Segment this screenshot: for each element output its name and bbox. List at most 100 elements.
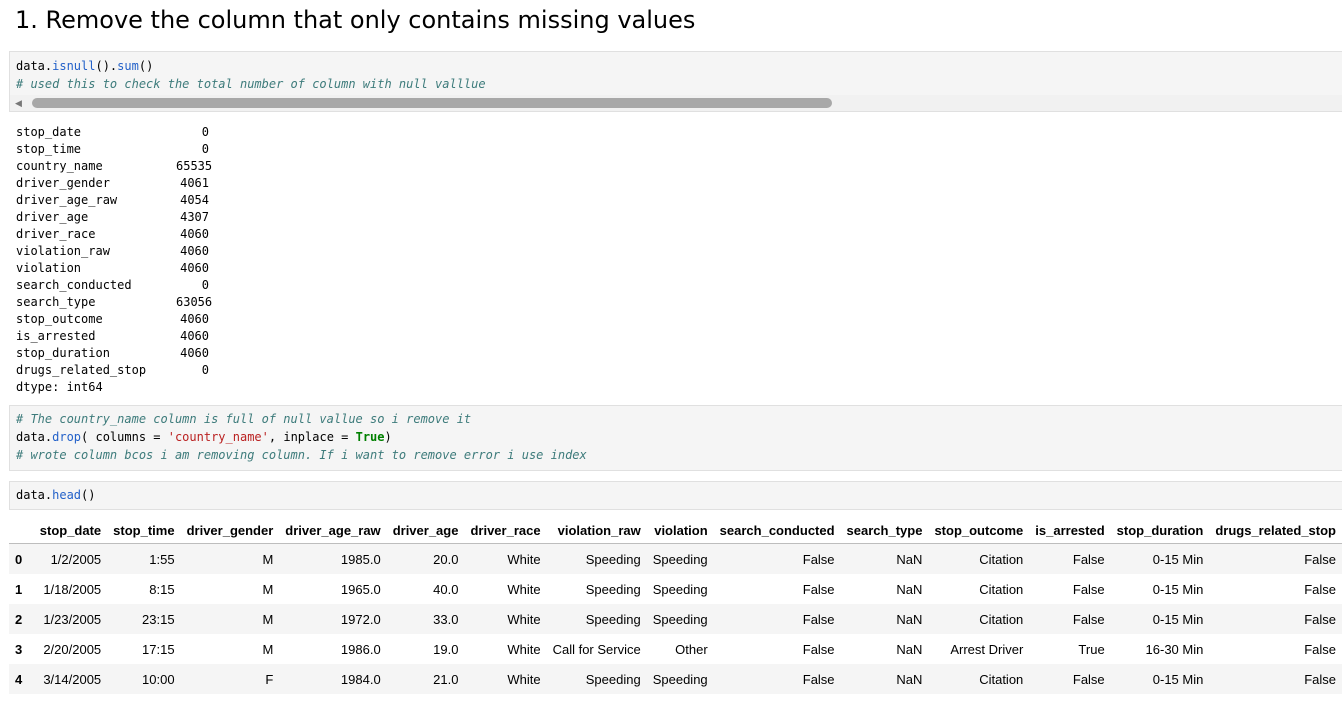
column-header xyxy=(9,517,34,544)
table-cell: Speeding xyxy=(646,574,714,604)
code-cell-isnull-source[interactable]: data.isnull().sum() # used this to check… xyxy=(10,52,1342,93)
code-cell-drop-source[interactable]: # The country_name column is full of nul… xyxy=(10,406,1342,464)
code-cell-drop[interactable]: # The country_name column is full of nul… xyxy=(9,405,1342,471)
table-row: 4 3/14/2005 10:00 F 1984.0 21.0 White Speeding S… xyxy=(9,664,1342,694)
code-cell-head[interactable]: data.head() xyxy=(9,481,1342,510)
table-cell: 1972.0 xyxy=(279,604,387,634)
column-header: search_conducted xyxy=(713,517,841,544)
table-cell: 21.0 xyxy=(386,664,465,694)
table-cell: Citation xyxy=(928,604,1030,634)
table-body: 0 1/2/2005 1:55 M 1985.0 20.0 White Speeding Spe… xyxy=(9,543,1342,694)
output-key: stop_time xyxy=(16,142,82,156)
output-row: driver_age 4307 xyxy=(16,209,209,226)
column-header: violation_raw xyxy=(546,517,647,544)
table-cell: Arrest Driver xyxy=(928,634,1030,664)
table-row: 2 1/23/2005 23:15 M 1972.0 33.0 White Speeding S… xyxy=(9,604,1342,634)
table-cell: False xyxy=(1029,543,1111,574)
horizontal-scrollbar[interactable]: ◀ xyxy=(10,95,1342,111)
code-text: () xyxy=(138,59,154,73)
output-row: search_conducted 0 xyxy=(16,277,209,294)
table-cell: White xyxy=(464,543,547,574)
output-value: 4060 xyxy=(180,244,209,258)
code-function: isnull xyxy=(52,59,96,73)
code-string: 'country_name' xyxy=(167,430,269,444)
code-text: data. xyxy=(16,430,53,444)
table-cell: 0-15 Min xyxy=(1110,604,1210,634)
output-value: 4061 xyxy=(180,176,209,190)
table-cell: 3/14/2005 xyxy=(33,664,108,694)
output-row: violation 4060 xyxy=(16,260,209,277)
table-cell: 1965.0 xyxy=(279,574,387,604)
output-value: 4060 xyxy=(180,227,209,241)
table-cell: 1:55 xyxy=(107,543,181,574)
output-key: is_arrested xyxy=(16,329,96,343)
row-index: 4 xyxy=(9,664,34,694)
output-key: driver_age xyxy=(16,210,89,224)
scrollbar-thumb[interactable] xyxy=(32,98,832,108)
row-index: 1 xyxy=(9,574,34,604)
column-header: stop_date xyxy=(33,517,108,544)
table-cell: Speeding xyxy=(646,664,714,694)
code-text: data. xyxy=(16,59,53,73)
section-heading: 1. Remove the column that only contains … xyxy=(15,6,696,34)
table-cell: NaN xyxy=(840,543,929,574)
table-cell: False xyxy=(713,664,841,694)
table-cell: NaN xyxy=(840,574,929,604)
table-cell: False xyxy=(1029,604,1111,634)
column-header: stop_time xyxy=(107,517,181,544)
table-cell: False xyxy=(713,543,841,574)
table-cell: Speeding xyxy=(546,604,647,634)
output-value: 4054 xyxy=(180,193,209,207)
table-cell: False xyxy=(1209,543,1342,574)
table-cell: 8:15 xyxy=(107,574,181,604)
code-text: ( columns = xyxy=(81,430,168,444)
table-cell: 1/18/2005 xyxy=(33,574,108,604)
table-cell: 1986.0 xyxy=(279,634,387,664)
table-cell: NaN xyxy=(840,634,929,664)
table-cell: Speeding xyxy=(646,543,714,574)
table-cell: False xyxy=(1209,634,1342,664)
table-cell: Citation xyxy=(928,664,1030,694)
table-cell: 1984.0 xyxy=(279,664,387,694)
output-key: driver_gender xyxy=(16,176,110,190)
code-comment: # used this to check the total number of… xyxy=(16,77,486,91)
output-value: 4060 xyxy=(180,329,209,343)
table-cell: M xyxy=(180,634,280,664)
table-row: 3 2/20/2005 17:15 M 1986.0 19.0 White Call for … xyxy=(9,634,1342,664)
output-row: drugs_related_stop 0 xyxy=(16,362,209,379)
table-cell: 10:00 xyxy=(107,664,181,694)
table-header-row: stop_date stop_time driver_gender driver_ag… xyxy=(9,517,1342,544)
table-row: 0 1/2/2005 1:55 M 1985.0 20.0 White Speeding Spe… xyxy=(9,543,1342,574)
table-cell: Other xyxy=(646,634,714,664)
code-keyword: True xyxy=(355,430,385,444)
output-key: violation xyxy=(16,261,82,275)
table-cell: 16-30 Min xyxy=(1110,634,1210,664)
table-cell: Citation xyxy=(928,574,1030,604)
column-header: stop_duration xyxy=(1110,517,1210,544)
table-cell: White xyxy=(464,604,547,634)
table-row: 1 1/18/2005 8:15 M 1965.0 40.0 White Speeding Sp… xyxy=(9,574,1342,604)
column-header: violation xyxy=(646,517,714,544)
table-cell: False xyxy=(1029,574,1111,604)
code-text: (). xyxy=(95,59,118,73)
output-value: 0 xyxy=(201,278,209,292)
code-comment: # The country_name column is full of nul… xyxy=(16,412,472,426)
output-row: driver_gender 4061 xyxy=(16,175,209,192)
output-dtype: dtype: int64 xyxy=(16,380,103,394)
code-text: () xyxy=(81,488,96,502)
output-value: 4060 xyxy=(180,346,209,360)
output-key: stop_outcome xyxy=(16,312,103,326)
column-header: driver_age_raw xyxy=(279,517,387,544)
table-cell: Speeding xyxy=(546,574,647,604)
output-value: 0 xyxy=(201,363,209,377)
code-cell-head-source[interactable]: data.head() xyxy=(10,482,1342,504)
code-cell-isnull[interactable]: data.isnull().sum() # used this to check… xyxy=(9,51,1342,112)
scroll-left-arrow-icon[interactable]: ◀ xyxy=(15,98,22,109)
output-row: stop_date 0 xyxy=(16,124,209,141)
table-cell: White xyxy=(464,664,547,694)
table-cell: M xyxy=(180,574,280,604)
code-text: , inplace = xyxy=(268,430,356,444)
table-cell: 1985.0 xyxy=(279,543,387,574)
table-cell: False xyxy=(713,634,841,664)
table-cell: M xyxy=(180,543,280,574)
